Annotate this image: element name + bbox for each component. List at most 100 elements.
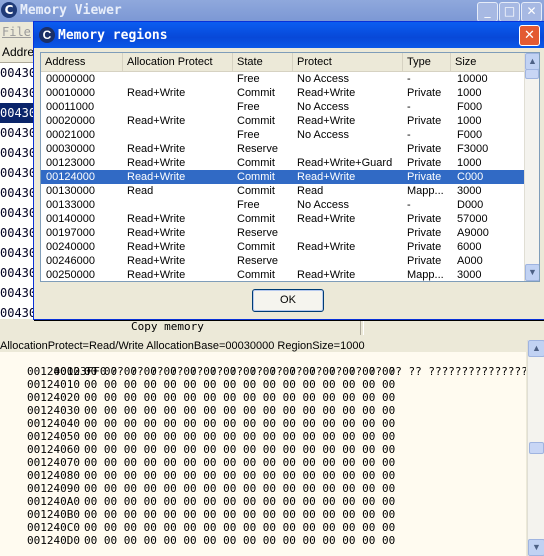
region-protect: Read+Write (297, 171, 356, 183)
hex-row-bytes[interactable]: 00 00 00 00 00 00 00 00 00 00 00 00 00 0… (84, 391, 395, 404)
hex-row-bytes[interactable]: 00 00 00 00 00 00 00 00 00 00 00 00 00 0… (84, 443, 395, 456)
hex-row-address: 001240D0 (27, 534, 80, 547)
dialog-close-button[interactable]: ✕ (519, 25, 540, 46)
region-size: 1000 (457, 115, 482, 127)
region-type: Private (407, 143, 442, 155)
regions-list[interactable]: Address Allocation Protect State Protect… (40, 52, 540, 282)
hex-row-bytes[interactable]: 00 00 00 00 00 00 00 00 00 00 00 00 00 0… (84, 378, 395, 391)
address-column-header[interactable]: Addre (0, 42, 36, 63)
region-state: Commit (237, 185, 275, 197)
hex-row-bytes[interactable]: 00 00 00 00 00 00 00 00 00 00 00 00 00 0… (84, 521, 395, 534)
disassembler-address-row[interactable]: 00430 (0, 183, 36, 203)
region-row[interactable]: 00130000 Read Commit Read Mapp... 3000 (41, 184, 525, 198)
hex-row-bytes[interactable]: 00 00 00 00 00 00 00 00 00 00 00 00 00 0… (84, 482, 395, 495)
hex-row-bytes[interactable]: 00 00 00 00 00 00 00 00 00 00 00 00 00 0… (84, 430, 395, 443)
hex-row-bytes[interactable]: 00 00 00 00 00 00 00 00 00 00 00 00 00 0… (84, 495, 395, 508)
region-row[interactable]: 00140000 Read+Write Commit Read+Write Privat… (41, 212, 525, 226)
region-row[interactable]: 00124000 Read+Write Commit Read+Write Privat… (41, 170, 525, 184)
hex-row-bytes[interactable]: 00 00 00 00 00 00 00 00 00 00 00 00 00 0… (84, 469, 395, 482)
hex-row: 00124050 00 00 00 00 00 00 00 00 00 00 00… (0, 430, 526, 443)
region-protect: Read+Write+Guard (297, 157, 393, 169)
column-header-size[interactable]: Size (451, 53, 525, 71)
region-address: 00197000 (46, 227, 95, 239)
disassembler-address-row[interactable]: 00430 (0, 63, 36, 83)
region-row[interactable]: 00000000 Free No Access - 10000 (41, 72, 525, 86)
region-row[interactable]: 00123000 Read+Write Commit Read+Write+Guard… (41, 156, 525, 170)
maximize-button[interactable]: □ (499, 2, 520, 22)
column-header-allocation-protect[interactable]: Allocation Protect (123, 53, 233, 71)
region-row[interactable]: 00020000 Read+Write Commit Read+Write Privat… (41, 114, 525, 128)
dialog-titlebar[interactable]: C Memory regions ✕ (34, 22, 544, 48)
region-size: C000 (457, 171, 484, 183)
hex-row: 00124070 00 00 00 00 00 00 00 00 00 00 00… (0, 456, 526, 469)
region-row[interactable]: 00246000 Read+Write Reserve Private A000 (41, 254, 525, 268)
column-header-type[interactable]: Type (403, 53, 451, 71)
disassembler-address-row[interactable]: 00430 (0, 163, 36, 183)
disassembler-address-row[interactable]: 00430 (0, 283, 36, 303)
hex-row-bytes[interactable]: 00 00 00 00 00 00 00 00 00 00 00 00 00 0… (84, 365, 395, 378)
region-row[interactable]: 00250000 Read+Write Commit Read+Write Mapp..… (41, 268, 525, 281)
region-row[interactable]: 00030000 Read+Write Reserve Private F3000 (41, 142, 525, 156)
region-protect: No Access (297, 129, 349, 141)
column-header-state[interactable]: State (233, 53, 293, 71)
scroll-down-arrow-icon[interactable]: ▼ (525, 264, 539, 281)
region-size: 10000 (457, 73, 488, 85)
disassembler-address-row[interactable]: 00430 (0, 243, 36, 263)
scroll-up-arrow-icon[interactable]: ▲ (525, 53, 539, 70)
region-state: Commit (237, 171, 275, 183)
region-allocation-protect: Read+Write (127, 87, 186, 99)
hex-row-bytes[interactable]: 00 00 00 00 00 00 00 00 00 00 00 00 00 0… (84, 456, 395, 469)
region-type: - (407, 129, 411, 141)
close-button[interactable]: ✕ (521, 2, 542, 22)
disassembler-address-row[interactable]: 00430 (0, 143, 36, 163)
hex-row-bytes[interactable]: 00 00 00 00 00 00 00 00 00 00 00 00 00 0… (84, 404, 395, 417)
scroll-thumb[interactable] (529, 442, 544, 454)
scroll-up-arrow-icon[interactable]: ▲ (528, 340, 544, 357)
region-address: 00010000 (46, 87, 95, 99)
regions-rows: 00000000 Free No Access - 10000 00010000 Read+… (41, 72, 525, 281)
region-protect: No Access (297, 199, 349, 211)
region-type: - (407, 199, 411, 211)
disassembler-address-row[interactable]: 00430 (0, 103, 36, 123)
hex-row-address: 00124080 (27, 469, 80, 482)
disassembler-address-row[interactable]: 00430 (0, 203, 36, 223)
region-address: 00123000 (46, 157, 95, 169)
regions-vertical-scrollbar[interactable]: ▲ ▼ (524, 53, 539, 281)
region-state: Commit (237, 87, 275, 99)
column-header-protect[interactable]: Protect (293, 53, 403, 71)
region-row[interactable]: 00010000 Read+Write Commit Read+Write Privat… (41, 86, 525, 100)
hex-row-bytes[interactable]: 00 00 00 00 00 00 00 00 00 00 00 00 00 0… (84, 508, 395, 521)
copy-memory-label[interactable]: Copy memory (131, 320, 204, 333)
hex-view[interactable]: 00123FF0?? ?? ?? ?? ?? ?? ?? ?? ?? ?? ??… (0, 352, 526, 556)
scroll-down-arrow-icon[interactable]: ▼ (528, 539, 544, 556)
region-state: Reserve (237, 227, 278, 239)
hex-row-address: 00124030 (27, 404, 80, 417)
hex-row-bytes[interactable]: 00 00 00 00 00 00 00 00 00 00 00 00 00 0… (84, 417, 395, 430)
ok-button[interactable]: OK (252, 289, 324, 312)
disassembler-address-row[interactable]: 00430 (0, 263, 36, 283)
hex-row: 00124020 00 00 00 00 00 00 00 00 00 00 00… (0, 391, 526, 404)
scroll-thumb[interactable] (525, 69, 539, 79)
region-type: - (407, 101, 411, 113)
hex-vertical-scrollbar[interactable]: ▲ ▼ (527, 340, 544, 556)
region-row[interactable]: 00011000 Free No Access - F000 (41, 100, 525, 114)
hex-row: 00124040 00 00 00 00 00 00 00 00 00 00 00… (0, 417, 526, 430)
menu-file[interactable]: File (2, 25, 31, 39)
region-row[interactable]: 00240000 Read+Write Commit Read+Write Privat… (41, 240, 525, 254)
column-header-address[interactable]: Address (41, 53, 123, 71)
disassembler-address-row[interactable]: 00430 (0, 123, 36, 143)
region-type: Private (407, 115, 442, 127)
hex-row-bytes[interactable]: 00 00 00 00 00 00 00 00 00 00 00 00 00 0… (84, 534, 395, 547)
disassembler-address-row[interactable]: 00430 (0, 83, 36, 103)
hex-row: 00124010 00 00 00 00 00 00 00 00 00 00 00… (0, 378, 526, 391)
region-address: 00133000 (46, 199, 95, 211)
region-state: Free (237, 199, 260, 211)
memory-viewer-titlebar[interactable]: C Memory Viewer _ □ ✕ (0, 0, 544, 22)
region-row[interactable]: 00133000 Free No Access - D000 (41, 198, 525, 212)
disassembler-address-row[interactable]: 00430 (0, 223, 36, 243)
region-allocation-protect: Read+Write (127, 241, 186, 253)
region-row[interactable]: 00021000 Free No Access - F000 (41, 128, 525, 142)
minimize-button[interactable]: _ (477, 2, 498, 22)
region-row[interactable]: 00197000 Read+Write Reserve Private A9000 (41, 226, 525, 240)
region-allocation-protect: Read (127, 185, 154, 197)
